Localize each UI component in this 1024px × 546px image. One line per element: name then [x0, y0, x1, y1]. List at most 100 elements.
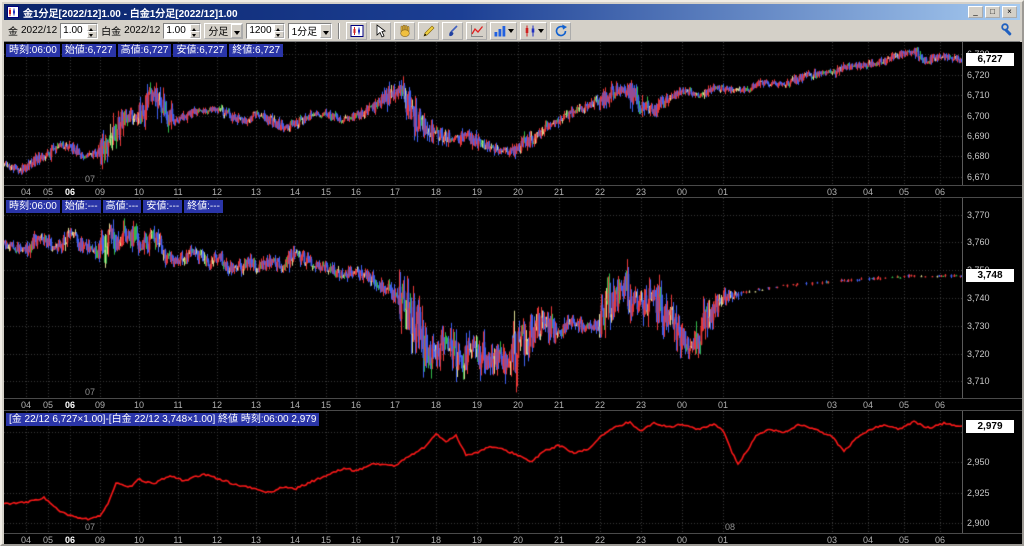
x-axis-label: 05 — [898, 400, 909, 410]
cursor-icon — [376, 23, 386, 38]
bars-count-spinner[interactable]: 1200 — [246, 22, 285, 39]
x-axis-label: 15 — [320, 187, 331, 197]
x-axis-label: 03 — [826, 400, 837, 410]
settings-tool[interactable] — [1000, 22, 1016, 43]
info-chip: 安値:--- — [143, 200, 183, 213]
gold-multiplier-spinner[interactable]: 1.00 — [60, 22, 99, 39]
x-axis-label: 06 — [64, 400, 75, 410]
maximize-button[interactable]: □ — [985, 6, 1000, 18]
x-axis-label: 04 — [862, 400, 873, 410]
charttype-dropdown[interactable]: 分足 — [204, 22, 244, 39]
timeframe-combobox[interactable]: 1分足 — [287, 22, 333, 39]
gold-chart-canvas[interactable] — [4, 42, 962, 185]
x-axis-label: 09 — [94, 535, 105, 545]
brush-tool-button[interactable] — [442, 21, 464, 40]
spinner-down-button[interactable] — [87, 30, 98, 38]
date-marker-label: 08 — [725, 522, 736, 532]
gold-multiplier-value: 1.00 — [63, 24, 83, 36]
platinum-panel[interactable]: 時刻:06:00 始値:--- 高値:--- 安値:--- 終値:--- 3,748 3… — [4, 198, 1022, 398]
x-axis-label: 04 — [20, 187, 31, 197]
x-axis-label: 14 — [289, 400, 300, 410]
gold-price-badge: 6,727 — [966, 53, 1014, 67]
platinum-label: 白金 — [101, 27, 122, 38]
x-axis-label: 09 — [94, 400, 105, 410]
y-axis-label: 6,680 — [967, 151, 990, 162]
x-axis-label: 13 — [250, 535, 261, 545]
x-axis-label: 12 — [211, 535, 222, 545]
x-axis-label: 19 — [471, 535, 482, 545]
chevron-down-icon[interactable] — [320, 23, 332, 38]
spinner-up-button[interactable] — [190, 23, 201, 31]
info-chip: [金 22/12 6,727×1.00]-[白金 22/12 3,748×1.0… — [6, 413, 320, 426]
chevron-down-icon[interactable] — [231, 23, 243, 38]
y-axis-label: 3,770 — [967, 209, 990, 220]
spinner-up-button[interactable] — [273, 23, 284, 31]
spinner-down-button[interactable] — [273, 30, 284, 38]
x-axis-label: 15 — [320, 400, 331, 410]
gold-panel[interactable]: 時刻:06:00 始値:6,727 高値:6,727 安値:6,727 終値:6,727… — [4, 42, 1022, 185]
x-axis-label: 17 — [389, 187, 400, 197]
x-axis-label: 01 — [717, 535, 728, 545]
x-axis-label: 03 — [826, 187, 837, 197]
x-axis-label: 05 — [898, 187, 909, 197]
window-title: 金1分足[2022/12]1.00 - 白金1分足[2022/12]1.00 — [23, 8, 238, 20]
spinner-up-button[interactable] — [87, 23, 98, 31]
x-axis-label: 21 — [553, 400, 564, 410]
select-tool-button[interactable] — [370, 21, 392, 40]
x-axis-label: 23 — [635, 535, 646, 545]
gold-info-bar: 時刻:06:00 始値:6,727 高値:6,727 安値:6,727 終値:6,727 — [6, 44, 284, 57]
spread-panel[interactable]: [金 22/12 6,727×1.00]-[白金 22/12 3,748×1.0… — [4, 411, 1022, 533]
pan-tool-button[interactable] — [394, 21, 416, 40]
x-axis-label: 14 — [289, 187, 300, 197]
chart-area: 時刻:06:00 始値:6,727 高値:6,727 安値:6,727 終値:6,727… — [4, 42, 1022, 544]
spread-chart-canvas[interactable] — [4, 411, 962, 533]
x-axis-label: 22 — [594, 535, 605, 545]
x-axis-label: 05 — [42, 400, 53, 410]
close-button[interactable]: × — [1002, 6, 1017, 18]
trend-edit-button[interactable] — [466, 21, 488, 40]
platinum-price-badge: 3,748 — [966, 268, 1014, 282]
x-axis-row: 04 05 06 09 10 11 12 13 14 15 16 17 18 19 20 21 22 23 00 01… — [4, 533, 1022, 545]
platinum-multiplier-spinner[interactable]: 1.00 — [163, 22, 202, 39]
bars-count-value: 1200 — [249, 24, 272, 36]
draw-line-button[interactable] — [418, 21, 440, 40]
info-chip: 始値:--- — [61, 200, 101, 213]
info-chip: 時刻:06:00 — [6, 200, 60, 213]
refresh-button[interactable] — [550, 21, 572, 40]
x-axis-label: 05 — [42, 187, 53, 197]
x-axis-label: 13 — [250, 400, 261, 410]
platinum-chart-canvas[interactable] — [4, 198, 962, 398]
platinum-info-bar: 時刻:06:00 始値:--- 高値:--- 安値:--- 終値:--- — [6, 200, 223, 213]
x-axis-label: 10 — [133, 187, 144, 197]
y-axis-label: 6,710 — [967, 90, 990, 101]
x-axis-label: 19 — [471, 187, 482, 197]
bar-chart-icon — [494, 25, 506, 36]
brush-icon — [448, 24, 458, 36]
x-axis-label: 23 — [635, 400, 646, 410]
x-axis-label: 13 — [250, 187, 261, 197]
gold-contract-label: 2022/12 — [21, 25, 58, 36]
x-axis-label: 06 — [934, 187, 945, 197]
x-axis-label: 16 — [350, 400, 361, 410]
pencil-icon — [423, 25, 435, 36]
x-axis-label: 16 — [350, 187, 361, 197]
chart-window-button[interactable] — [346, 21, 368, 40]
chevron-down-icon — [508, 29, 515, 36]
app-window: 金1分足[2022/12]1.00 - 白金1分足[2022/12]1.00 _… — [0, 0, 1024, 546]
x-axis-label: 11 — [173, 535, 183, 545]
x-axis-label: 03 — [826, 535, 837, 545]
bar-chart-dropdown-button[interactable] — [490, 21, 518, 40]
x-axis-label: 06 — [64, 187, 75, 197]
overlay-chart-dropdown-button[interactable] — [520, 21, 548, 40]
x-axis-label: 10 — [133, 535, 144, 545]
candle-chart-icon — [350, 24, 364, 37]
x-axis-label: 01 — [717, 187, 728, 197]
info-chip: 時刻:06:00 — [6, 44, 60, 57]
x-axis-label: 19 — [471, 400, 482, 410]
x-axis-label: 16 — [350, 535, 361, 545]
x-axis-label: 12 — [211, 187, 222, 197]
spinner-down-button[interactable] — [190, 30, 201, 38]
y-axis-label: 3,740 — [967, 293, 990, 303]
minimize-button[interactable]: _ — [968, 6, 983, 18]
y-axis-label: 3,710 — [967, 376, 990, 387]
